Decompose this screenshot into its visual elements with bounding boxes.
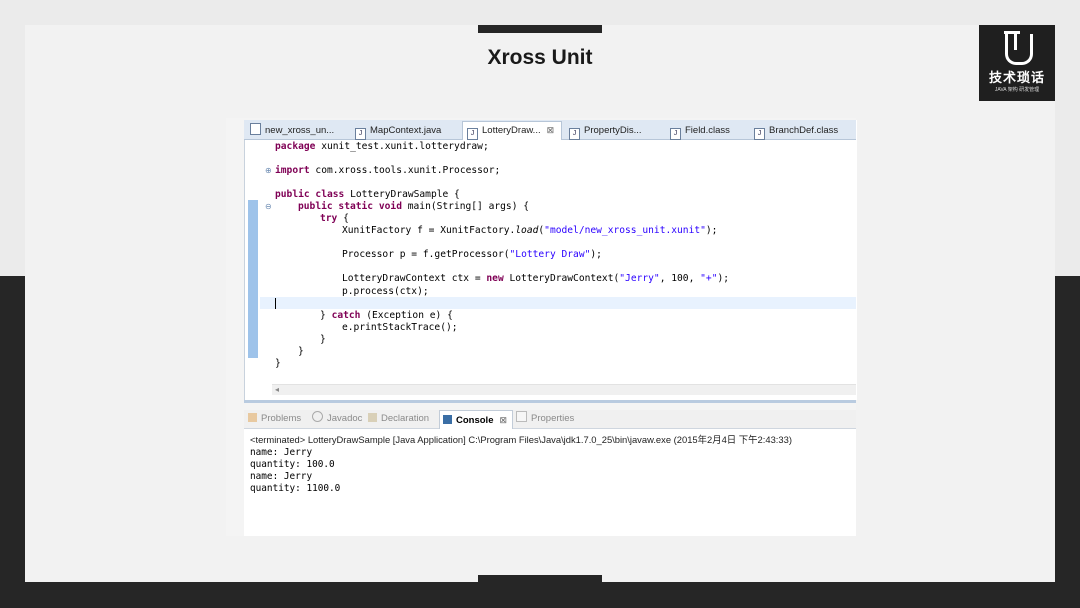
code-line: Processor p = f.getProcessor("Lottery Dr…: [342, 249, 602, 260]
class-file-icon: J: [670, 128, 681, 140]
problems-icon: [248, 413, 257, 422]
tab-label: MapContext.java: [370, 125, 442, 136]
slide-title: Xross Unit: [487, 46, 593, 69]
code-line: }: [298, 346, 304, 357]
tab-label: Field.class: [685, 125, 730, 136]
expand-fold-icon[interactable]: ⊕: [265, 166, 272, 175]
console-icon: [443, 415, 452, 424]
tab-properties[interactable]: Properties: [516, 410, 574, 428]
declaration-icon: [368, 413, 377, 422]
console-line: name: Jerry: [250, 447, 313, 458]
editor-tab-xross-unit[interactable]: new_xross_un...: [246, 122, 334, 139]
slide-notch-bottom: [478, 575, 602, 583]
code-line: import com.xross.tools.xunit.Processor;: [275, 165, 501, 176]
code-line: LotteryDrawContext ctx = new LotteryDraw…: [342, 273, 730, 284]
tab-label: BranchDef.class: [769, 125, 839, 136]
logo-name: 技术琐话: [988, 70, 1045, 85]
terminated-status: <terminated> LotteryDrawSample [Java App…: [250, 434, 792, 445]
code-line: p.process(ctx);: [342, 286, 429, 297]
tab-label: new_xross_un...: [265, 125, 335, 136]
tab-label: LotteryDraw...: [482, 125, 541, 136]
properties-icon: [516, 411, 527, 422]
view-tab-bar: Problems Javadoc Declaration Console ⊠ Pr…: [244, 410, 856, 429]
java-file-icon: J: [569, 128, 580, 140]
tab-declaration[interactable]: Declaration: [368, 410, 429, 428]
editor-tab-lotterydraw[interactable]: J LotteryDraw... ⊠: [462, 121, 562, 140]
text-caret: [275, 298, 276, 309]
java-file-icon: J: [467, 128, 478, 140]
tab-console[interactable]: Console ⊠: [439, 410, 513, 429]
console-line: quantity: 100.0: [250, 459, 335, 470]
close-icon[interactable]: ⊠: [499, 415, 507, 425]
slide-notch-top: [478, 25, 602, 33]
console-line: name: Jerry: [250, 471, 313, 482]
console-line: quantity: 1100.0: [250, 483, 341, 494]
code-line: } catch (Exception e) {: [320, 310, 453, 321]
code-line: }: [275, 358, 281, 369]
xross-file-icon: [250, 123, 261, 135]
code-line: e.printStackTrace();: [342, 322, 458, 333]
editor-tab-branchdef-class[interactable]: J BranchDef.class: [750, 122, 839, 140]
current-line-highlight: [260, 297, 856, 309]
editor-tab-propertydis[interactable]: J PropertyDis...: [565, 122, 642, 140]
editor-tab-field-class[interactable]: J Field.class: [666, 122, 730, 140]
editor-tab-bar: new_xross_un... J MapContext.java J Lotter…: [244, 120, 856, 140]
tab-javadoc[interactable]: Javadoc: [312, 410, 362, 428]
editor-tab-mapcontext[interactable]: J MapContext.java: [351, 122, 442, 140]
collapse-fold-icon[interactable]: ⊖: [265, 202, 272, 211]
logo-subtitle: JAVA 架构 研发管理: [994, 87, 1040, 93]
brand-logo: 技术琐话 JAVA 架构 研发管理: [979, 25, 1055, 101]
java-file-icon: J: [355, 128, 366, 140]
editor-border: [244, 400, 856, 403]
tab-label: PropertyDis...: [584, 125, 642, 136]
close-icon[interactable]: ⊠: [547, 125, 555, 135]
change-ruler: [248, 200, 258, 358]
code-line: XunitFactory f = XunitFactory.load("mode…: [342, 225, 718, 236]
scroll-left-icon[interactable]: ◂: [275, 385, 279, 394]
j-logo-icon: [1004, 31, 1033, 65]
code-line: try {: [320, 213, 349, 224]
code-line: package xunit_test.xunit.lotterydraw;: [275, 141, 489, 152]
code-line: public static void main(String[] args) {: [298, 201, 530, 212]
code-line: }: [320, 334, 326, 345]
code-line: public class LotteryDrawSample {: [275, 189, 460, 200]
javadoc-icon: [312, 411, 323, 422]
class-file-icon: J: [754, 128, 765, 140]
tab-problems[interactable]: Problems: [248, 410, 301, 428]
horizontal-scrollbar[interactable]: ◂: [272, 384, 856, 395]
